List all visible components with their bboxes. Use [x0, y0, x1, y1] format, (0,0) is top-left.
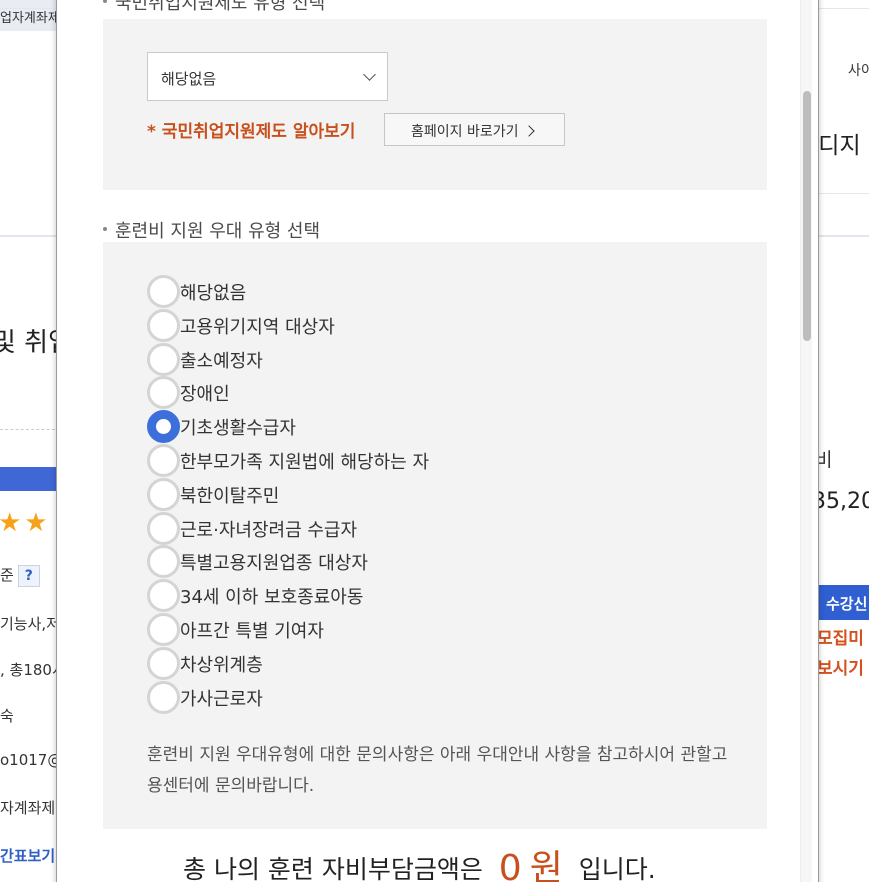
radio-label: 차상위계층	[180, 654, 263, 676]
radio-unchecked-icon[interactable]	[147, 275, 180, 308]
radio-option[interactable]: 장애인	[147, 376, 627, 410]
employment-support-info-link[interactable]: * 국민취업지원제도 알아보기	[147, 117, 355, 142]
radio-label: 고용위기지역 대상자	[180, 316, 335, 338]
help-row: 준?	[0, 564, 40, 587]
radio-option[interactable]: 북한이탈주민	[147, 477, 627, 512]
radio-label: 기초생활수급자	[180, 418, 296, 440]
radio-unchecked-icon[interactable]	[147, 613, 180, 646]
section-title-employment-support: 국민취업지원제도 유형 선택	[103, 0, 325, 15]
radio-option[interactable]: 34세 이하 보호종료아동	[147, 579, 627, 613]
info-line: 숙	[0, 707, 14, 725]
info-line: o1017@	[0, 751, 63, 769]
radio-unchecked-icon[interactable]	[147, 579, 180, 613]
radio-option[interactable]: 아프간 특별 기여자	[147, 613, 627, 647]
total-amount: 0	[498, 848, 522, 882]
radio-unchecked-icon[interactable]	[147, 646, 180, 680]
fee-calculator-modal: 국민취업지원제도 유형 선택 해당없음 * 국민취업지원제도 알아보기 홈페이지…	[56, 0, 819, 882]
radio-option[interactable]: 고용위기지역 대상자	[147, 308, 627, 343]
radio-option[interactable]: 한부모가족 지원법에 해당하는 자	[147, 444, 627, 478]
radio-label: 장애인	[180, 384, 230, 406]
bullet-icon	[103, 227, 107, 231]
total-amount-line: 총 나의 훈련 자비부담금액은 0원 입니다.	[183, 837, 656, 882]
notice-text: 훈련비 지원 우대유형에 대한 문의사항은 아래 우대안내 사항을 참고하시어 …	[147, 745, 728, 796]
radio-option[interactable]: 기초생활수급자	[147, 410, 627, 444]
radio-unchecked-icon[interactable]	[147, 444, 180, 477]
total-unit: 원	[529, 848, 563, 882]
section-title-text: 국민취업지원제도 유형 선택	[115, 0, 326, 14]
radio-option[interactable]: 특별고용지원업종 대상자	[147, 545, 627, 579]
radio-unchecked-icon[interactable]	[147, 680, 180, 714]
view-link[interactable]: 보시기	[817, 654, 864, 679]
tab-bar	[0, 467, 62, 491]
radio-unchecked-icon[interactable]	[147, 308, 180, 342]
total-suffix: 입니다.	[578, 855, 656, 882]
chevron-down-icon	[363, 68, 376, 81]
info-line: 자계좌제	[0, 799, 56, 817]
radio-label: 북한이탈주민	[180, 485, 280, 507]
radio-option[interactable]: 가사근로자	[147, 680, 627, 715]
radio-unchecked-icon[interactable]	[147, 342, 180, 376]
radio-unchecked-icon[interactable]	[147, 545, 180, 579]
select-value: 해당없음	[161, 70, 217, 88]
help-label: 준	[0, 566, 14, 584]
radio-label: 특별고용지원업종 대상자	[180, 553, 368, 575]
radio-option[interactable]: 출소예정자	[147, 342, 627, 377]
site-text: 사이	[848, 63, 869, 79]
bullet-icon	[103, 0, 107, 3]
radio-checked-icon[interactable]	[147, 410, 180, 444]
divider	[815, 193, 869, 194]
homepage-button-label: 홈페이지 바로가기	[411, 124, 519, 140]
radio-label: 한부모가족 지원법에 해당하는 자	[180, 452, 430, 473]
divider	[0, 429, 60, 430]
timetable-link[interactable]: 간표보기	[0, 845, 55, 866]
employment-type-select[interactable]: 해당없음	[147, 52, 388, 101]
radio-label: 34세 이하 보호종료아동	[180, 587, 364, 609]
radio-unchecked-icon[interactable]	[147, 511, 180, 545]
info-line: 기능사,저	[0, 615, 60, 633]
radio-label: 출소예정자	[180, 350, 263, 372]
radio-label: 해당없음	[180, 283, 247, 304]
section-title-text: 훈련비 지원 우대 유형 선택	[115, 221, 321, 242]
radio-label: 근로·자녀장려금 수급자	[180, 519, 358, 541]
radio-label: 가사근로자	[180, 688, 263, 710]
employment-support-panel	[103, 19, 767, 190]
help-icon[interactable]: ?	[17, 564, 40, 587]
radio-option[interactable]: 해당없음	[147, 275, 627, 309]
radio-unchecked-icon[interactable]	[147, 477, 180, 511]
category-chip: 업자계좌제	[0, 0, 60, 31]
recruit-status: 모집미	[817, 629, 864, 649]
total-prefix: 총 나의 훈련 자비부담금액은	[183, 855, 483, 882]
scrollbar[interactable]	[800, 0, 812, 882]
radio-option[interactable]: 근로·자녀장려금 수급자	[147, 511, 627, 546]
chevron-right-icon	[522, 125, 535, 137]
homepage-button[interactable]: 홈페이지 바로가기	[384, 113, 565, 146]
radio-label: 아프간 특별 기여자	[180, 621, 324, 642]
fee-amount: 35,20	[812, 489, 869, 514]
modal-content: 국민취업지원제도 유형 선택 해당없음 * 국민취업지원제도 알아보기 홈페이지…	[63, 0, 799, 882]
radio-option[interactable]: 차상위계층	[147, 646, 627, 681]
rating-stars-icon: ★★	[0, 508, 51, 538]
section-title-preference: 훈련비 지원 우대 유형 선택	[103, 217, 320, 243]
scrollbar-thumb[interactable]	[803, 91, 811, 341]
radio-unchecked-icon[interactable]	[147, 376, 180, 410]
